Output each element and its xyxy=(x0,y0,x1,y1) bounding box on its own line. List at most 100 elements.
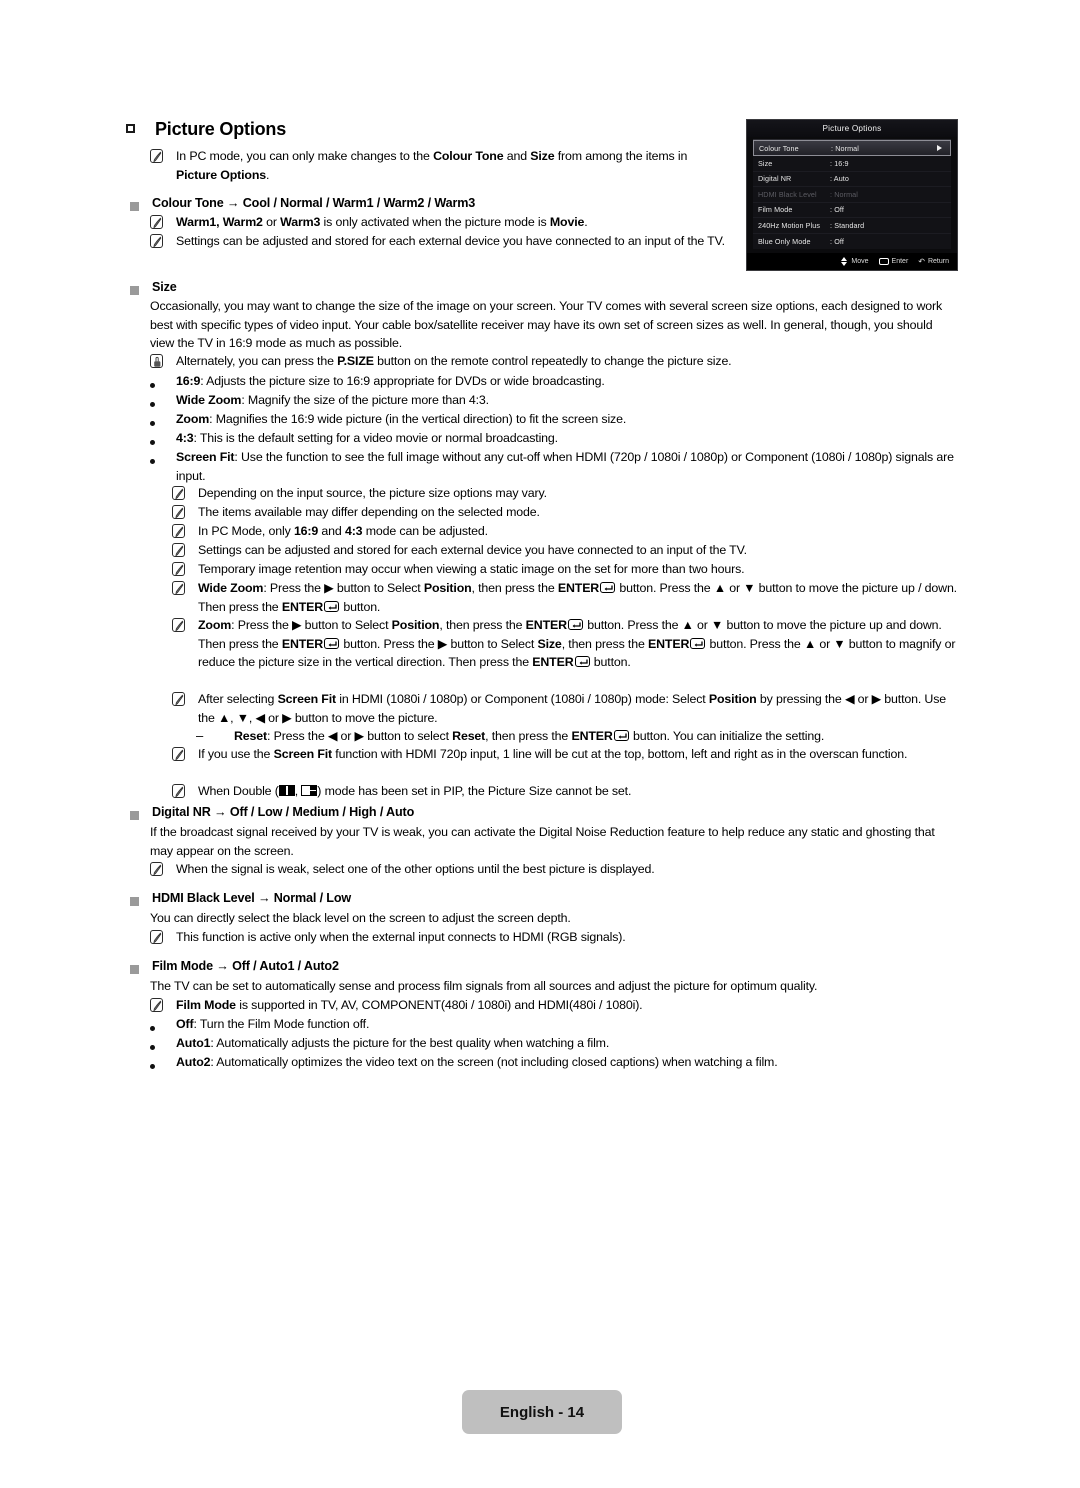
return-arrow-icon: ↶ xyxy=(918,257,925,266)
size-note-reset-text: Reset: Press the ◀ or ▶ button to select… xyxy=(234,729,825,743)
grey-square-bullet-icon xyxy=(130,202,139,212)
page-footer-label: English - 14 xyxy=(499,1403,585,1421)
note-pc-mode-text: In PC mode, you can only make changes to… xyxy=(176,149,688,182)
size-note-wide-zoom: Wide Zoom: Press the ▶ button to Select … xyxy=(172,579,962,616)
osd-value-film-mode: : Off xyxy=(830,205,844,215)
osd-label-digital-nr: Digital NR xyxy=(758,174,792,184)
film-mode-bullet-auto1-text: Auto1: Automatically adjusts the picture… xyxy=(176,1036,610,1050)
note-alternately-psize-text: Alternately, you can press the P.SIZE bu… xyxy=(176,354,732,368)
film-mode-bullet-auto2: Auto2: Automatically optimizes the video… xyxy=(150,1053,980,1078)
osd-row-film-mode[interactable]: Film Mode : Off xyxy=(753,203,951,218)
size-bullet-zoom-text: Zoom: Magnifies the 16:9 wide picture (i… xyxy=(176,412,627,426)
note-pen-icon xyxy=(172,486,185,500)
osd-value-colour-tone: : Normal xyxy=(831,143,859,153)
osd-hint-return: ↶ Return xyxy=(918,257,949,266)
note-pc-mode: In PC mode, you can only make changes to… xyxy=(150,147,720,184)
note-colour-tone-warm-text: Warm1, Warm2 or Warm3 is only activated … xyxy=(176,215,588,229)
osd-menu-list: Colour Tone : Normal Size : 16:9 Digital… xyxy=(753,139,951,249)
size-bullet-screen-fit-text: Screen Fit: Use the function to see the … xyxy=(176,450,954,483)
note-colour-tone-warm: Warm1, Warm2 or Warm3 is only activated … xyxy=(150,213,750,233)
osd-row-240hz-motion-plus[interactable]: 240Hz Motion Plus : Standard xyxy=(753,218,951,234)
note-pen-icon xyxy=(150,862,163,876)
dash-bullet-icon: – xyxy=(196,728,204,743)
grey-square-bullet-icon xyxy=(130,286,139,296)
hdmi-black-level-note: This function is active only when the ex… xyxy=(150,928,955,948)
round-bullet-icon xyxy=(150,1064,155,1070)
digital-nr-heading-text: Digital NR → Off / Low / Medium / High /… xyxy=(152,805,415,819)
note-colour-tone-store-text: Settings can be adjusted and stored for … xyxy=(176,234,725,248)
osd-label-size: Size xyxy=(758,158,773,168)
osd-value-digital-nr: : Auto xyxy=(830,174,849,184)
size-note-reset: – Reset: Press the ◀ or ▶ button to sele… xyxy=(196,727,966,746)
osd-title: Picture Options xyxy=(747,120,957,137)
note-pen-icon xyxy=(150,998,163,1012)
round-bullet-icon xyxy=(150,1045,155,1051)
size-paragraph: Occasionally, you may want to change the… xyxy=(150,299,943,350)
film-mode-heading-text: Film Mode → Off / Auto1 / Auto2 xyxy=(152,959,339,973)
enter-key-icon xyxy=(574,656,590,667)
osd-row-blue-only-mode[interactable]: Blue Only Mode : Off xyxy=(753,234,951,250)
note-pen-icon xyxy=(172,692,185,706)
size-note-pc-mode-text: In PC Mode, only 16:9 and 4:3 mode can b… xyxy=(198,524,488,538)
note-pen-icon xyxy=(172,543,185,557)
hand-press-button-icon xyxy=(150,354,163,368)
size-note-screen-fit-720p-text: If you use the Screen Fit function with … xyxy=(198,747,908,761)
osd-hint-enter-label: Enter xyxy=(891,258,909,265)
osd-hint-move-label: Move xyxy=(851,258,869,265)
size-note-pip-double-text: When Double (, ) mode has been set in PI… xyxy=(198,784,632,798)
osd-row-digital-nr[interactable]: Digital NR : Auto xyxy=(753,172,951,187)
open-square-bullet-icon xyxy=(126,124,135,133)
hdmi-black-level-heading-text: HDMI Black Level → Normal / Low xyxy=(152,891,352,905)
size-note-items-available: The items available may differ depending… xyxy=(172,503,962,523)
osd-hint-return-label: Return xyxy=(927,258,949,265)
osd-value-240hz-motion-plus: : Standard xyxy=(830,220,865,230)
size-note-zoom: Zoom: Press the ▶ button to Select Posit… xyxy=(172,616,962,672)
page-footer-badge: English - 14 xyxy=(462,1390,622,1434)
size-note-items-available-text: The items available may differ depending… xyxy=(198,505,540,519)
colour-tone-heading-text: Colour Tone → Cool / Normal / Warm1 / Wa… xyxy=(152,196,476,210)
hdmi-black-level-paragraph: You can directly select the black level … xyxy=(150,911,571,925)
size-bullet-4-3-text: 4:3: This is the default setting for a v… xyxy=(176,431,558,445)
round-bullet-icon xyxy=(150,421,155,427)
film-mode-bullet-off-text: Off: Turn the Film Mode function off. xyxy=(176,1017,370,1031)
digital-nr-note-text: When the signal is weak, select one of t… xyxy=(176,862,655,876)
size-note-input-source: Depending on the input source, the pictu… xyxy=(172,484,962,504)
osd-label-hdmi-black-level: HDMI Black Level xyxy=(758,189,817,199)
osd-row-colour-tone[interactable]: Colour Tone : Normal xyxy=(753,140,951,156)
size-note-input-source-text: Depending on the input source, the pictu… xyxy=(198,486,547,500)
note-pen-icon xyxy=(172,562,185,576)
note-pen-icon xyxy=(172,747,185,761)
osd-label-colour-tone: Colour Tone xyxy=(759,143,799,153)
chevron-right-icon xyxy=(937,145,942,151)
size-bullet-screen-fit: Screen Fit: Use the function to see the … xyxy=(150,448,960,485)
osd-hint-enter: Enter xyxy=(878,258,909,265)
size-note-pip-double: When Double (, ) mode has been set in PI… xyxy=(172,782,962,802)
round-bullet-icon xyxy=(150,1026,155,1032)
osd-hint-move: Move xyxy=(841,257,869,266)
osd-label-blue-only-mode: Blue Only Mode xyxy=(758,236,811,246)
page-title: Picture Options xyxy=(155,119,287,139)
osd-value-size: : 16:9 xyxy=(830,158,849,168)
note-pen-icon xyxy=(150,215,163,229)
film-mode-bullet-auto2-text: Auto2: Automatically optimizes the video… xyxy=(176,1055,778,1069)
enter-key-icon xyxy=(324,600,340,612)
enter-key-icon xyxy=(600,582,616,593)
size-note-screen-fit-720p: If you use the Screen Fit function with … xyxy=(172,745,962,765)
enter-key-icon xyxy=(878,258,889,265)
size-note-after-screen-fit: After selecting Screen Fit in HDMI (1080… xyxy=(172,690,962,727)
size-note-image-retention-text: Temporary image retention may occur when… xyxy=(198,562,745,576)
film-mode-note: Film Mode is supported in TV, AV, COMPON… xyxy=(150,996,955,1016)
grey-square-bullet-icon xyxy=(130,965,139,975)
note-pen-icon xyxy=(172,505,185,519)
grey-square-bullet-icon xyxy=(130,897,139,907)
note-pen-icon xyxy=(172,784,185,798)
pip-double-wide-icon xyxy=(278,785,295,796)
digital-nr-note: When the signal is weak, select one of t… xyxy=(150,860,955,880)
osd-footer-hints: Move Enter ↶ Return xyxy=(747,253,957,270)
note-pen-icon xyxy=(172,524,185,538)
round-bullet-icon xyxy=(150,440,155,446)
pip-double-small-icon xyxy=(301,785,318,796)
osd-row-hdmi-black-level: HDMI Black Level : Normal xyxy=(753,187,951,203)
page-title-row: Picture Options xyxy=(126,119,286,140)
osd-row-size[interactable]: Size : 16:9 xyxy=(753,156,951,172)
